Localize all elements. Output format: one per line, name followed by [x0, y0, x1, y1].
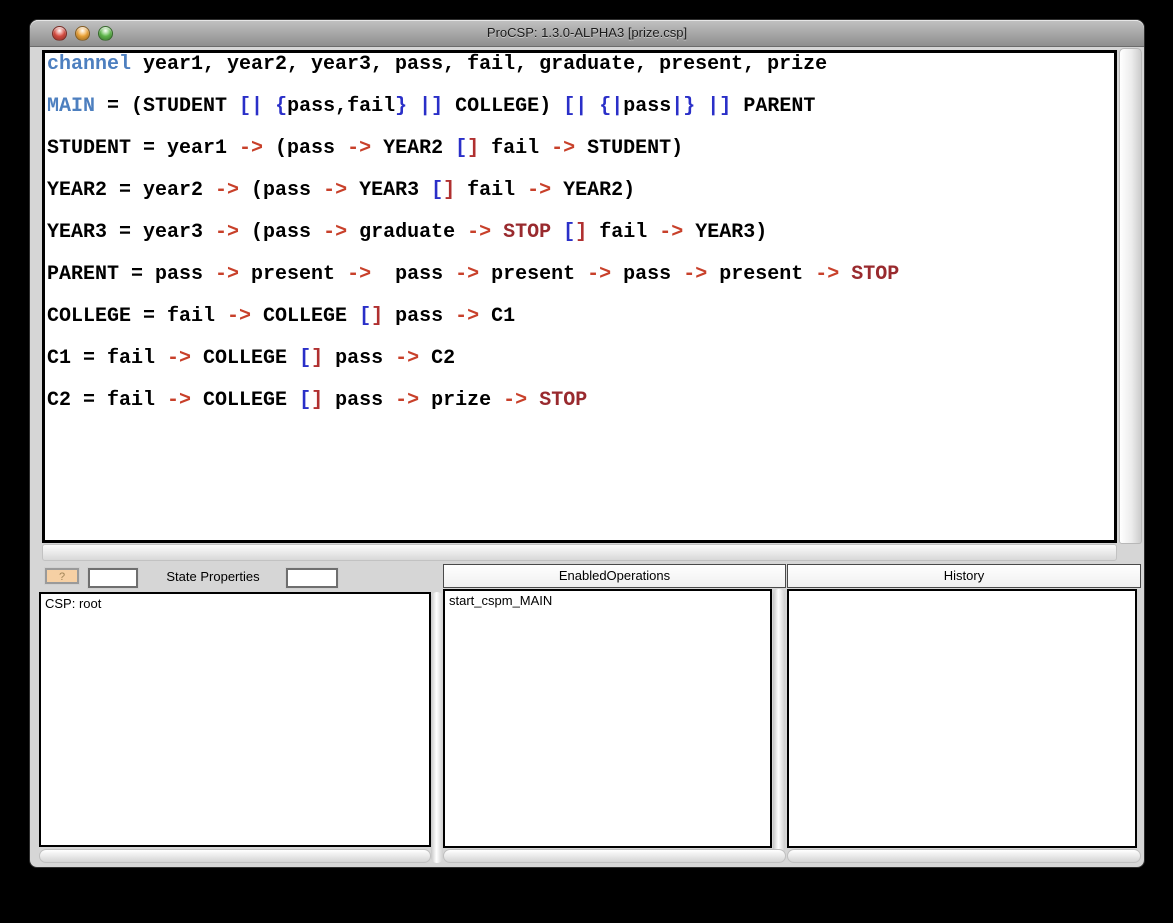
- title-bar[interactable]: ProCSP: 1.3.0-ALPHA3 [prize.csp]: [30, 20, 1144, 47]
- code-line: PARENT = pass -> present -> pass -> pres…: [47, 263, 900, 286]
- enabled-operations-horizontal-scrollbar[interactable]: [443, 849, 786, 863]
- code-line: C2 = fail -> COLLEGE [] pass -> prize ->…: [47, 389, 588, 412]
- history-horizontal-scrollbar[interactable]: [787, 849, 1141, 863]
- app-window: ProCSP: 1.3.0-ALPHA3 [prize.csp] channel…: [30, 20, 1144, 867]
- traffic-light-buttons: [52, 25, 113, 41]
- window-title: ProCSP: 1.3.0-ALPHA3 [prize.csp]: [486, 25, 688, 40]
- state-properties-horizontal-scrollbar[interactable]: [39, 849, 431, 863]
- code-editor[interactable]: channel year1, year2, year3, pass, fail,…: [42, 50, 1117, 543]
- status-indicator: [286, 568, 338, 588]
- code-line: C1 = fail -> COLLEGE [] pass -> C2: [47, 347, 456, 370]
- editor-vertical-scrollbar[interactable]: [1119, 48, 1142, 544]
- state-properties-title: State Properties: [166, 569, 260, 584]
- code-line: MAIN = (STUDENT [| {pass,fail} |] COLLEG…: [47, 95, 816, 118]
- enabled-operations-list[interactable]: start_cspm_MAIN: [443, 589, 772, 848]
- code-content: channel year1, year2, year3, pass, fail,…: [45, 53, 1114, 422]
- enabled-operations-header: EnabledOperations: [443, 564, 786, 588]
- code-line: COLLEGE = fail -> COLLEGE [] pass -> C1: [47, 305, 516, 328]
- editor-horizontal-scrollbar[interactable]: [42, 544, 1117, 561]
- code-line: YEAR2 = year2 -> (pass -> YEAR3 [] fail …: [47, 179, 636, 202]
- code-line: channel year1, year2, year3, pass, fail,…: [47, 53, 828, 76]
- unknown-status-indicator[interactable]: ?: [45, 568, 79, 584]
- list-item[interactable]: CSP: root: [41, 594, 429, 611]
- code-line: YEAR3 = year3 -> (pass -> graduate -> ST…: [47, 221, 768, 244]
- panel-divider-scrollbar[interactable]: [431, 592, 443, 863]
- enabled-operations-scrollbar[interactable]: [773, 589, 785, 863]
- history-header: History: [787, 564, 1141, 588]
- list-item[interactable]: start_cspm_MAIN: [445, 591, 770, 608]
- minimize-button[interactable]: [75, 25, 90, 41]
- zoom-button[interactable]: [98, 25, 113, 41]
- code-line: STUDENT = year1 -> (pass -> YEAR2 [] fai…: [47, 137, 684, 160]
- close-button[interactable]: [52, 25, 67, 41]
- state-properties-list[interactable]: CSP: root: [39, 592, 431, 847]
- status-indicator: [88, 568, 138, 588]
- history-list[interactable]: [787, 589, 1137, 848]
